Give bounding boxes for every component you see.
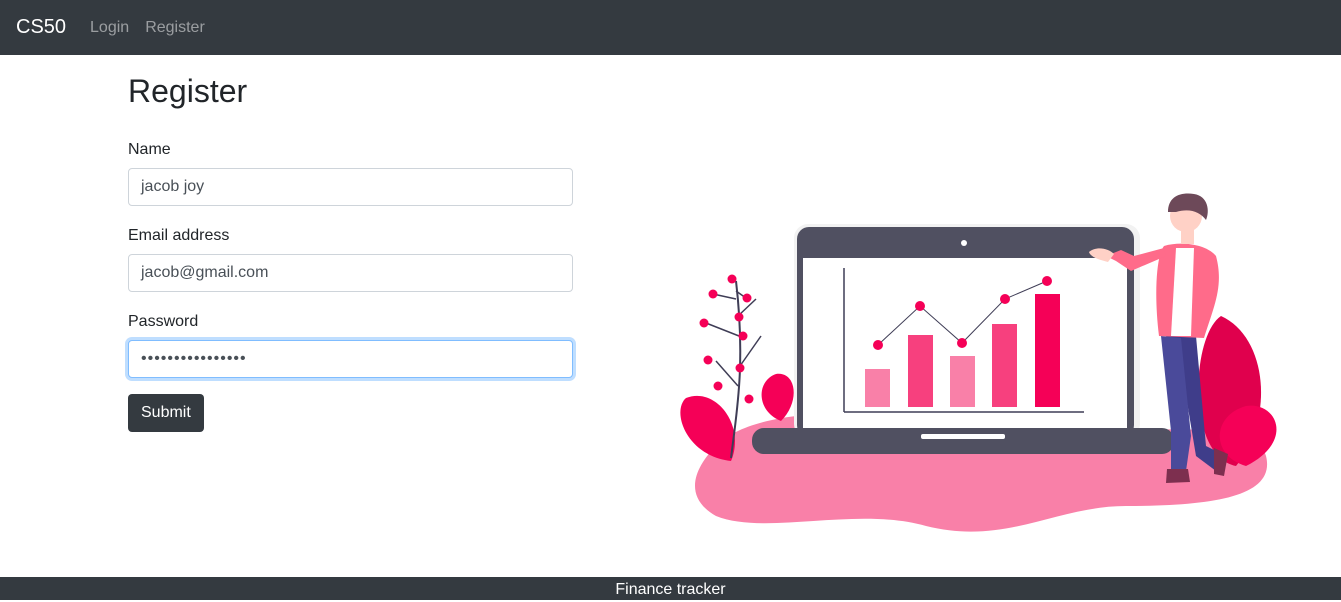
page-title: Register [128,73,248,109]
navbar: CS50 Login Register [0,0,1341,55]
submit-button[interactable]: Submit [128,394,204,432]
name-input[interactable]: jacob joy [128,168,573,206]
footer: Finance tracker [0,577,1341,600]
password-input[interactable]: •••••••••••••••• [128,340,573,378]
email-input[interactable]: jacob@gmail.com [128,254,573,292]
register-container: Register Name jacob joy Email address ja… [128,55,573,432]
password-label: Password [128,313,199,330]
nav-link-login[interactable]: Login [90,19,129,37]
brand-link[interactable]: CS50 [16,16,66,39]
name-label: Name [128,141,171,158]
left-leaf-large [680,395,735,461]
finance-illustration [680,193,1277,532]
email-label: Email address [128,227,230,244]
nav-link-register[interactable]: Register [145,19,205,37]
left-leaf-small [761,373,794,421]
